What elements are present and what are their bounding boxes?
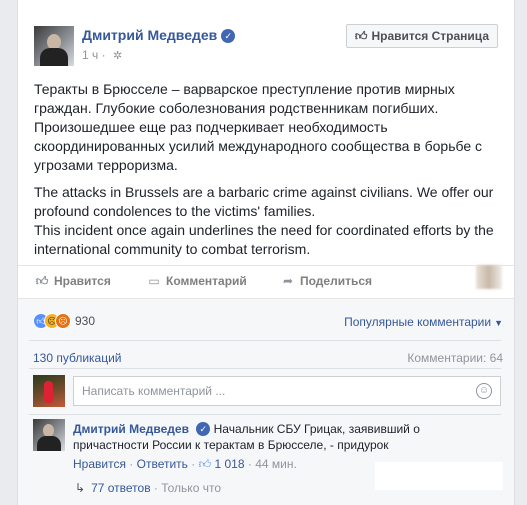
comment-reply-link[interactable]: Ответить xyxy=(137,457,188,471)
divider xyxy=(29,414,501,415)
shares-link[interactable]: 130 публикаций xyxy=(33,351,122,365)
angry-reaction-icon: ☹ xyxy=(55,313,71,329)
comment-input[interactable]: Написать комментарий ... ☺ xyxy=(73,376,501,406)
reply-arrow-icon: ↳ xyxy=(75,481,86,495)
thumbs-up-icon: 👍︎ xyxy=(198,457,212,471)
divider xyxy=(29,368,501,369)
commenter-avatar[interactable] xyxy=(33,419,65,451)
comment-input-placeholder: Написать комментарий ... xyxy=(82,384,226,398)
comment-author[interactable]: Дмитрий Медведев xyxy=(73,422,189,436)
replies-link[interactable]: 77 ответов xyxy=(91,481,151,495)
replies-time: Только что xyxy=(161,481,221,495)
chevron-down-icon: ▼ xyxy=(494,318,503,328)
sort-label: Популярные комментарии xyxy=(344,315,492,329)
comment-sort-dropdown[interactable]: Популярные комментарии ▼ xyxy=(344,315,503,329)
reactions-count: 930 xyxy=(75,314,96,328)
replies-row[interactable]: ↳ 77 ответов · Только что xyxy=(75,481,221,495)
comment-body: Дмитрий Медведев ✓ Начальник СБУ Грицак,… xyxy=(73,421,463,453)
comment-like-count[interactable]: 1 018 xyxy=(214,457,244,471)
verified-badge-icon: ✓ xyxy=(196,422,211,436)
divider xyxy=(29,340,501,341)
emoji-icon[interactable]: ☺ xyxy=(476,383,492,399)
comment-actions: Нравится · Ответить · 👍︎ 1 018 · 44 мин. xyxy=(73,457,297,471)
current-user-avatar xyxy=(33,375,65,407)
blank-block xyxy=(375,462,503,490)
comment-like-link[interactable]: Нравится xyxy=(73,457,126,471)
comment-time[interactable]: 44 мин. xyxy=(255,457,297,471)
comments-count: Комментарии: 64 xyxy=(407,351,503,365)
comments-overlay: 👍︎ ☹ ☹ 930 Популярные комментарии ▼ 130 п… xyxy=(17,0,515,505)
